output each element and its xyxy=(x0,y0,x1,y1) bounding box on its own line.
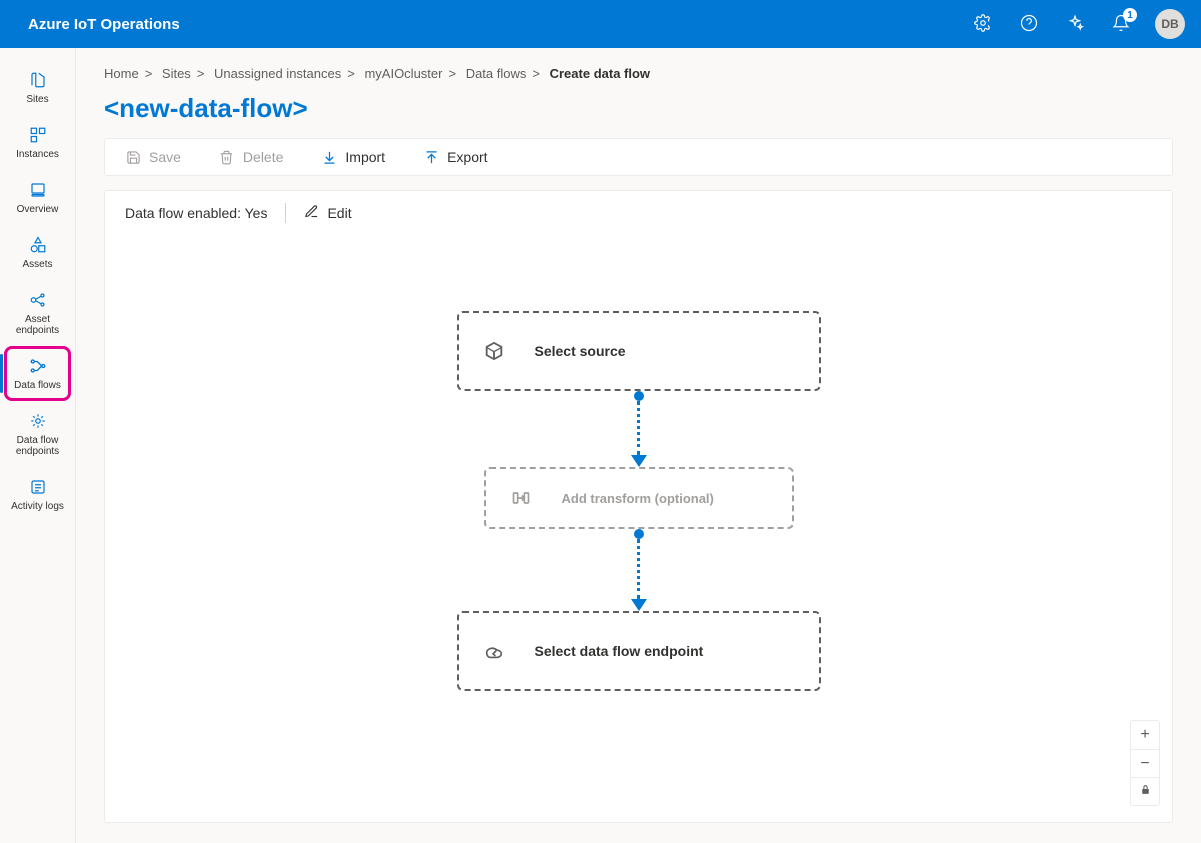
sidebar-item-instances[interactable]: Instances xyxy=(6,117,69,168)
status-bar: Data flow enabled: Yes Edit xyxy=(104,190,1173,236)
node-label: Select source xyxy=(535,343,626,359)
add-transform-node[interactable]: Add transform (optional) xyxy=(484,467,794,529)
app-header: Azure IoT Operations 1 DB xyxy=(0,0,1201,48)
sidebar-item-asset-endpoints[interactable]: Asset endpoints xyxy=(6,282,69,344)
divider xyxy=(285,203,286,223)
sidebar-item-label: Overview xyxy=(17,204,59,215)
breadcrumb-current: Create data flow xyxy=(550,66,650,81)
flow-canvas[interactable]: Select source Add transform (optional) xyxy=(105,233,1172,822)
settings-button[interactable] xyxy=(963,4,1003,44)
overview-icon xyxy=(28,180,48,200)
node-label: Select data flow endpoint xyxy=(535,643,704,659)
gear-icon xyxy=(974,14,992,35)
main-content: Home> Sites> Unassigned instances> myAIO… xyxy=(76,48,1201,843)
delete-button: Delete xyxy=(219,149,283,165)
assets-icon xyxy=(28,235,48,255)
sidebar-item-overview[interactable]: Overview xyxy=(6,172,69,223)
sidebar-item-label: Assets xyxy=(22,259,52,270)
connector-line xyxy=(637,539,640,599)
help-button[interactable] xyxy=(1009,4,1049,44)
save-button: Save xyxy=(125,149,181,165)
sidebar-item-label: Data flow endpoints xyxy=(8,435,67,457)
zoom-in-button[interactable]: + xyxy=(1131,721,1159,749)
import-button[interactable]: Import xyxy=(321,149,385,165)
cube-icon xyxy=(483,340,505,362)
sidebar-item-label: Activity logs xyxy=(11,501,64,512)
page-title: <new-data-flow> xyxy=(104,93,1173,124)
asset-endpoints-icon xyxy=(28,290,48,310)
activity-logs-icon xyxy=(28,477,48,497)
sidebar-item-data-flows[interactable]: Data flows xyxy=(6,348,69,399)
export-label: Export xyxy=(447,149,487,165)
breadcrumb-link[interactable]: Sites xyxy=(162,66,191,81)
connector-line xyxy=(637,401,640,455)
zoom-controls: + − xyxy=(1130,720,1160,806)
notifications-badge: 1 xyxy=(1123,8,1137,22)
data-flows-icon xyxy=(28,356,48,376)
sparkle-icon xyxy=(1066,14,1084,35)
data-flow-endpoints-icon xyxy=(28,411,48,431)
breadcrumb-link[interactable]: Unassigned instances xyxy=(214,66,341,81)
breadcrumb-link[interactable]: Home xyxy=(104,66,139,81)
connector-dot xyxy=(634,529,644,539)
breadcrumb: Home> Sites> Unassigned instances> myAIO… xyxy=(104,66,1173,81)
zoom-fit-button[interactable] xyxy=(1131,777,1159,805)
breadcrumb-link[interactable]: Data flows xyxy=(466,66,527,81)
endpoint-icon xyxy=(483,640,505,662)
trash-icon xyxy=(219,149,235,165)
notifications-button[interactable]: 1 xyxy=(1101,4,1141,44)
help-icon xyxy=(1020,14,1038,35)
lock-icon xyxy=(1139,783,1152,801)
sidebar-item-assets[interactable]: Assets xyxy=(6,227,69,278)
dataflow-enabled-status: Data flow enabled: Yes xyxy=(125,205,267,221)
toolbar: Save Delete Import Export xyxy=(104,138,1173,176)
import-label: Import xyxy=(345,149,385,165)
import-icon xyxy=(321,149,337,165)
sidebar-item-label: Sites xyxy=(26,94,48,105)
sidebar-item-label: Data flows xyxy=(14,380,61,391)
sidebar-item-activity-logs[interactable]: Activity logs xyxy=(6,469,69,520)
edit-button[interactable]: Edit xyxy=(304,204,351,222)
canvas-area: Select source Add transform (optional) xyxy=(104,233,1173,823)
export-icon xyxy=(423,149,439,165)
sidebar-item-label: Instances xyxy=(16,149,59,160)
delete-label: Delete xyxy=(243,149,283,165)
feedback-button[interactable] xyxy=(1055,4,1095,44)
transform-icon xyxy=(510,487,532,509)
sidebar: Sites Instances Overview Assets Asset en… xyxy=(0,48,76,843)
export-button[interactable]: Export xyxy=(423,149,487,165)
sidebar-item-label: Asset endpoints xyxy=(8,314,67,336)
sidebar-item-sites[interactable]: Sites xyxy=(6,62,69,113)
sidebar-item-data-flow-endpoints[interactable]: Data flow endpoints xyxy=(6,403,69,465)
select-source-node[interactable]: Select source xyxy=(457,311,821,391)
app-title: Azure IoT Operations xyxy=(28,16,963,33)
arrow-connector xyxy=(631,529,647,611)
edit-icon xyxy=(304,204,319,222)
avatar[interactable]: DB xyxy=(1155,9,1185,39)
arrowhead-icon xyxy=(631,599,647,611)
instances-icon xyxy=(28,125,48,145)
breadcrumb-link[interactable]: myAIOcluster xyxy=(364,66,442,81)
connector-dot xyxy=(634,391,644,401)
header-actions: 1 DB xyxy=(963,4,1185,44)
save-icon xyxy=(125,149,141,165)
arrow-connector xyxy=(631,391,647,467)
sites-icon xyxy=(28,70,48,90)
edit-label: Edit xyxy=(327,205,351,221)
save-label: Save xyxy=(149,149,181,165)
zoom-out-button[interactable]: − xyxy=(1131,749,1159,777)
arrowhead-icon xyxy=(631,455,647,467)
node-label: Add transform (optional) xyxy=(562,491,714,506)
select-endpoint-node[interactable]: Select data flow endpoint xyxy=(457,611,821,691)
